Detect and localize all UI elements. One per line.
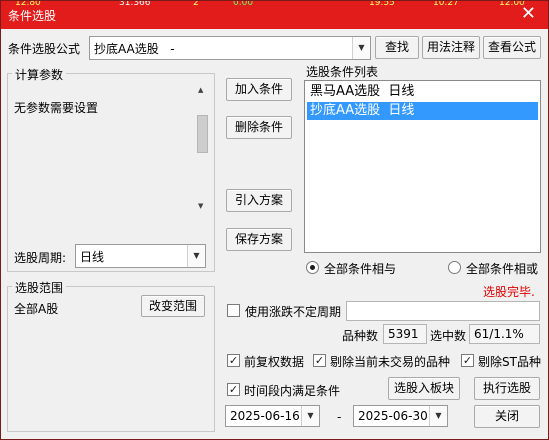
- chevron-down-icon[interactable]: ▼: [429, 406, 447, 426]
- exclude-checkbox[interactable]: ✓: [313, 354, 326, 367]
- count-label: 品种数: [342, 329, 379, 343]
- end-date-value: 2025-06-30: [358, 409, 428, 423]
- add-condition-button[interactable]: 加入条件: [226, 78, 292, 101]
- chevron-down-icon[interactable]: ▼: [187, 245, 205, 267]
- hit-label: 选中数: [430, 329, 467, 343]
- period-select[interactable]: 日线 ▼: [75, 244, 206, 268]
- time-range-checkbox[interactable]: ✓: [227, 383, 240, 396]
- ticker-value: 2: [193, 1, 199, 6]
- date-separator: -: [337, 410, 342, 424]
- ticker-value: 19.55: [369, 1, 395, 6]
- or-radio-label: 全部条件相或: [466, 262, 539, 276]
- st-label: 剔除ST品种: [478, 355, 541, 369]
- restore-label: 前复权数据: [244, 355, 305, 369]
- period-select-value: 日线: [80, 250, 105, 264]
- use-period-label: 使用涨跌不定周期: [245, 305, 342, 319]
- scroll-down-icon[interactable]: ▼: [198, 202, 203, 210]
- period-label: 选股周期:: [14, 251, 67, 265]
- save-scheme-button[interactable]: 保存方案: [226, 228, 292, 251]
- change-range-button[interactable]: 改变范围: [141, 295, 205, 317]
- close-button[interactable]: 关闭: [474, 405, 540, 428]
- hit-value: 61/1.1%: [469, 324, 540, 344]
- range-group-label: 选股范围: [12, 279, 67, 296]
- start-date-value: 2025-06-16: [230, 409, 300, 423]
- view-formula-button[interactable]: 查看公式: [483, 36, 541, 59]
- end-date-picker[interactable]: 2025-06-30 ▼: [353, 405, 448, 427]
- condition-list-label: 选股条件列表: [306, 65, 379, 79]
- chevron-down-icon[interactable]: ▼: [352, 37, 370, 59]
- condition-list[interactable]: 黑马AA选股 日线 抄底AA选股 日线: [304, 80, 541, 253]
- ticker-value: 31.366: [119, 1, 151, 6]
- remove-condition-button[interactable]: 删除条件: [226, 116, 292, 139]
- import-scheme-button[interactable]: 引入方案: [226, 189, 292, 212]
- status-text: 选股完毕.: [483, 285, 535, 299]
- and-radio-label: 全部条件相与: [324, 262, 397, 276]
- range-value: 全部A股: [14, 302, 59, 316]
- condition-stock-dialog: 12.80 31.366 2 0.00 19.55 10.27 12.00 条件…: [0, 0, 549, 440]
- window-title: 条件选股: [8, 9, 57, 23]
- condition-period: 日线: [388, 103, 415, 118]
- close-icon[interactable]: ✕: [521, 4, 536, 24]
- title-bar[interactable]: 12.80 31.366 2 0.00 19.55 10.27 12.00 条件…: [1, 1, 548, 29]
- time-range-label: 时间段内满足条件: [244, 384, 341, 398]
- params-group-label: 计算参数: [12, 66, 67, 83]
- formula-select[interactable]: 抄底AA选股 - ▼: [89, 36, 371, 60]
- restore-checkbox[interactable]: ✓: [227, 354, 240, 367]
- formula-label: 条件选股公式: [8, 42, 81, 56]
- ticker-value: 10.27: [433, 1, 459, 6]
- list-item[interactable]: 黑马AA选股 日线: [307, 83, 538, 101]
- scroll-up-icon[interactable]: ▲: [198, 86, 203, 94]
- and-radio[interactable]: [306, 261, 319, 274]
- chevron-down-icon[interactable]: ▼: [301, 406, 319, 426]
- condition-name: 黑马AA选股: [310, 84, 381, 99]
- condition-period: 日线: [388, 84, 415, 99]
- execute-button[interactable]: 执行选股: [474, 377, 540, 400]
- to-block-button[interactable]: 选股入板块: [388, 377, 460, 400]
- usage-notes-button[interactable]: 用法注释: [422, 36, 480, 59]
- use-period-checkbox[interactable]: [227, 304, 240, 317]
- scroll-thumb[interactable]: [197, 115, 208, 153]
- condition-name: 抄底AA选股: [310, 103, 381, 118]
- list-item-selected[interactable]: 抄底AA选股 日线: [307, 102, 538, 120]
- ticker-value: 0.00: [233, 1, 254, 6]
- count-value: 5391: [383, 324, 427, 344]
- ticker-value: 12.80: [15, 1, 41, 6]
- st-checkbox[interactable]: ✓: [461, 354, 474, 367]
- or-radio[interactable]: [448, 261, 461, 274]
- exclude-label: 剔除当前未交易的品种: [330, 355, 451, 369]
- start-date-picker[interactable]: 2025-06-16 ▼: [225, 405, 320, 427]
- period-input[interactable]: [346, 301, 540, 321]
- params-message: 无参数需要设置: [14, 101, 99, 115]
- find-button[interactable]: 查找: [375, 36, 419, 59]
- params-scrollbar[interactable]: ▲ ▼: [195, 83, 210, 213]
- formula-select-value: 抄底AA选股 -: [94, 42, 175, 56]
